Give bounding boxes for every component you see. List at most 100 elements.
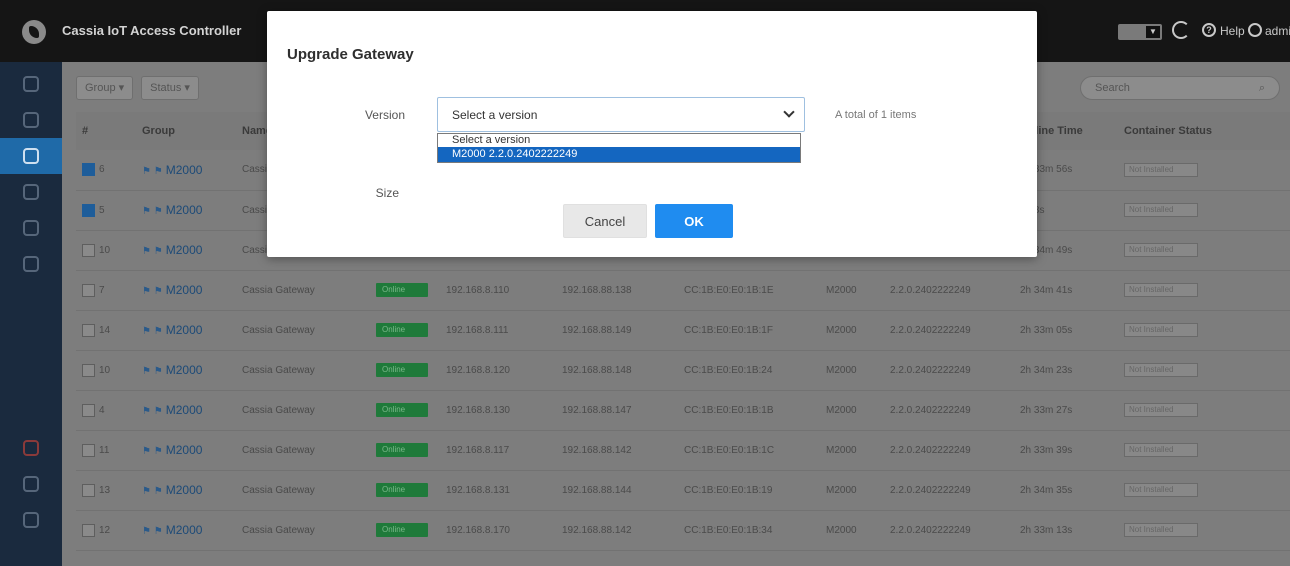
sidebar-item-settings[interactable]	[0, 174, 62, 210]
container-ip-cell: 192.168.88.149	[556, 310, 678, 351]
row-checkbox[interactable]	[82, 403, 95, 417]
sidebar-item-gateways[interactable]	[0, 138, 62, 174]
table-row[interactable]: 7 ⚑ ⚑ M2000 Cassia Gateway Online 192.168.8.1…	[76, 270, 1290, 311]
group-link[interactable]: M2000	[166, 323, 203, 337]
chevron-down-icon[interactable]	[784, 108, 794, 118]
model-cell: M2000	[820, 470, 884, 511]
online-time-cell: 2h 34m 41s	[1014, 270, 1118, 311]
sidebar-item-alerts[interactable]	[0, 430, 62, 466]
app-title: Cassia IoT Access Controller	[62, 23, 242, 38]
container-status-badge: Not Installed	[1124, 443, 1198, 457]
online-time-cell: 2h 34m 23s	[1014, 350, 1118, 391]
group-link[interactable]: M2000	[166, 283, 203, 297]
refresh-icon[interactable]	[1172, 21, 1190, 39]
sidebar-item-containers[interactable]	[0, 210, 62, 246]
user-icon	[23, 476, 39, 492]
group-link[interactable]: M2000	[166, 163, 203, 177]
row-checkbox[interactable]	[82, 523, 95, 537]
table-row[interactable]: 13 ⚑ ⚑ M2000 Cassia Gateway Online 192.168.8.…	[76, 470, 1290, 511]
row-number-cell: 14	[76, 310, 136, 351]
mac-cell: CC:1B:E0:E0:1B:24	[678, 350, 820, 391]
row-checkbox[interactable]	[82, 483, 95, 497]
ip-cell: 192.168.8.131	[440, 470, 556, 511]
row-number: 13	[99, 484, 111, 496]
column-header: Container Status	[1118, 112, 1290, 150]
table-row[interactable]: 11 ⚑ ⚑ M2000 Cassia Gateway Online 192.168.8.…	[76, 430, 1290, 471]
size-label: Size	[375, 186, 399, 200]
help-link[interactable]: Help	[1220, 24, 1245, 38]
version-option[interactable]: M2000 2.2.0.2402222249	[438, 147, 800, 162]
group-link[interactable]: M2000	[166, 203, 203, 217]
ok-button[interactable]: OK	[655, 204, 733, 238]
group-link[interactable]: M2000	[166, 363, 203, 377]
row-checkbox[interactable]	[82, 283, 95, 297]
sidebar-item-logout[interactable]	[0, 502, 62, 538]
status-filter-label: Status	[150, 82, 182, 94]
group-cell: ⚑ ⚑ M2000	[136, 510, 236, 551]
name-cell: Cassia Gateway	[236, 430, 370, 471]
status-cell: Online	[370, 270, 440, 311]
chart-icon	[23, 112, 39, 128]
group-link[interactable]: M2000	[166, 403, 203, 417]
container-ip-cell: 192.168.88.138	[556, 270, 678, 311]
cancel-button[interactable]: Cancel	[563, 204, 647, 238]
user-icon[interactable]	[1248, 23, 1262, 37]
group-tag-icon: ⚑ ⚑	[142, 526, 163, 537]
status-cell: Online	[370, 470, 440, 511]
group-link[interactable]: M2000	[166, 523, 203, 537]
row-number-cell: 13	[76, 470, 136, 511]
status-badge: Online	[376, 483, 428, 497]
version-option[interactable]: Select a version	[438, 134, 800, 147]
row-number: 7	[99, 284, 105, 296]
table-row[interactable]: 10⚑ ⚑M2000Cassia GatewayOnline192.168.8.…	[76, 350, 1290, 391]
group-link[interactable]: M2000	[166, 243, 203, 257]
status-cell: Online	[370, 510, 440, 551]
row-number-cell: 4	[76, 390, 136, 431]
sidebar-item-documents[interactable]	[0, 246, 62, 282]
group-link[interactable]: M2000	[166, 483, 203, 497]
container-ip-cell: 192.168.88.147	[556, 390, 678, 431]
group-link[interactable]: M2000	[166, 443, 203, 457]
table-row[interactable]: 4 ⚑ ⚑ M2000 Cassia Gateway Online 192.168.8.1…	[76, 390, 1290, 431]
row-number-cell: 7	[76, 270, 136, 311]
row-checkbox[interactable]	[82, 443, 95, 457]
version-cell: 2.2.0.2402222249	[884, 270, 1014, 311]
version-select[interactable]: Select a version	[437, 97, 805, 132]
group-cell: ⚑ ⚑ M2000	[136, 310, 236, 351]
row-number: 11	[99, 444, 110, 456]
sidebar-item-dashboard[interactable]	[0, 66, 62, 102]
row-number: 10	[99, 244, 111, 256]
mac-cell: CC:1B:E0:E0:1B:1F	[678, 310, 820, 351]
logout-icon	[23, 512, 39, 528]
search-icon[interactable]: ⌕	[1259, 77, 1265, 99]
status-filter[interactable]: Status ▾	[141, 76, 199, 100]
container-ip-cell: 192.168.88.144	[556, 470, 678, 511]
group-tag-icon: ⚑ ⚑	[142, 366, 163, 377]
row-checkbox[interactable]	[82, 163, 95, 177]
row-checkbox[interactable]	[82, 203, 95, 217]
table-row[interactable]: 12 ⚑ ⚑ M2000 Cassia Gateway Online 192.168.8.…	[76, 510, 1290, 551]
model-cell: M2000	[820, 510, 884, 551]
name-cell: Cassia Gateway	[236, 270, 370, 311]
search-input[interactable]: Search ⌕	[1080, 76, 1280, 100]
container-status-cell: Not Installed	[1118, 230, 1290, 271]
admin-menu[interactable]: admin	[1265, 24, 1290, 38]
status-badge: Online	[376, 323, 428, 337]
name-cell: Cassia Gateway	[236, 390, 370, 431]
container-status-badge: Not Installed	[1124, 203, 1198, 217]
chevron-down-icon[interactable]: ▼	[1146, 26, 1160, 38]
group-filter[interactable]: Group ▾	[76, 76, 134, 100]
dialog-title: Upgrade Gateway	[287, 46, 414, 63]
row-checkbox[interactable]	[82, 363, 95, 377]
status-cell: Online	[370, 430, 440, 471]
row-checkbox[interactable]	[82, 243, 95, 257]
version-cell: 2.2.0.2402222249	[884, 510, 1014, 551]
help-icon[interactable]: ?	[1202, 23, 1216, 37]
cassia-logo-icon	[22, 20, 46, 44]
sidebar-item-users[interactable]	[0, 466, 62, 502]
filter-bar: Group ▾ Status ▾	[76, 76, 199, 104]
row-checkbox[interactable]	[82, 323, 95, 337]
online-time-cell: 2h 33m 13s	[1014, 510, 1118, 551]
sidebar-item-statistics[interactable]	[0, 102, 62, 138]
table-row[interactable]: 14 ⚑ ⚑ M2000 Cassia Gateway Online 192.168.8.…	[76, 310, 1290, 351]
